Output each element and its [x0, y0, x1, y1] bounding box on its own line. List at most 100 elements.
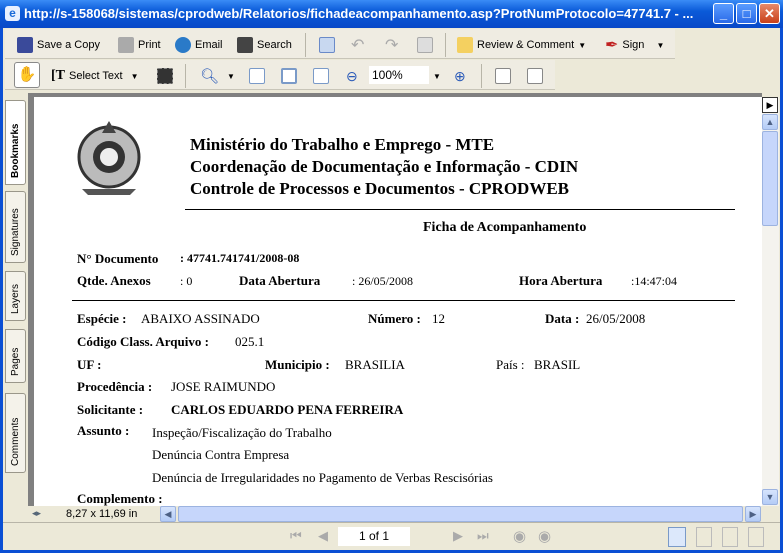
header-line-2: Coordenação de Documentação e Informação… [190, 157, 579, 176]
minimize-button[interactable]: _ [713, 3, 734, 24]
save-copy-button[interactable]: Save a Copy [17, 36, 100, 54]
fields-divider [72, 300, 735, 301]
page-number-input[interactable]: 1 of 1 [338, 527, 410, 546]
coat-of-arms-logo [77, 121, 141, 195]
assunto-value: Denúncia Contra Empresa [152, 447, 290, 462]
search-label: Search [257, 39, 292, 51]
solicitante-value: CARLOS EDUARDO PENA FERREIRA [171, 402, 404, 417]
actual-size-button[interactable] [249, 67, 265, 85]
hand-tool-button[interactable]: ✋ [14, 62, 40, 88]
plus-circle-icon: ⊕ [454, 67, 466, 84]
last-page-button[interactable]: ⏭ [477, 528, 489, 544]
rotate-clockwise-button[interactable] [495, 67, 511, 85]
zoom-dropdown[interactable]: ▼ [433, 67, 441, 85]
facing-continuous-layout-button[interactable] [722, 527, 738, 547]
scroll-up-button[interactable]: ▲ [762, 114, 778, 130]
print-label: Print [138, 39, 161, 51]
tab-bookmarks[interactable]: Bookmarks [5, 100, 26, 185]
review-comment-button[interactable]: Review & Comment ▼ [457, 36, 586, 54]
navigation-panel: Bookmarks Signatures Layers Pages Commen… [5, 95, 27, 520]
spellcheck-icon [319, 37, 335, 53]
anexos-value: : 0 [180, 274, 193, 288]
tab-pages[interactable]: Pages [5, 329, 26, 383]
horizontal-scroll-row: ◂▸ 8,27 x 11,69 in ◀ ▶ [28, 506, 762, 522]
tab-label: Comments [10, 417, 21, 466]
toolbar-view: ✋ [T Select Text ▼ 🔍︎ ▼ ⊖ 100% ▼ ⊕ [5, 60, 555, 90]
undo-icon: ↶ [351, 37, 365, 54]
separator [185, 64, 186, 88]
rotate-counterclockwise-button[interactable] [527, 67, 543, 85]
horizontal-scroll-thumb[interactable] [178, 506, 743, 522]
zoom-in-tool-button[interactable]: 🔍︎ ▼ [200, 67, 235, 85]
tab-signatures[interactable]: Signatures [5, 191, 26, 263]
text-cursor-icon: [T [51, 68, 65, 83]
email-button[interactable]: Email [175, 36, 223, 54]
maximize-button[interactable]: □ [736, 3, 757, 24]
vertical-scroll-thumb[interactable] [762, 131, 778, 226]
resize-handle-icon[interactable]: ◂▸ [32, 508, 41, 519]
sign-label: Sign [622, 39, 645, 51]
facing-layout-button[interactable] [748, 527, 764, 547]
select-text-button[interactable]: [T Select Text ▼ [51, 67, 139, 85]
solicitante-label: Solicitante : [77, 402, 144, 417]
header-line-1: Ministério do Trabalho e Emprego - MTE [190, 135, 495, 154]
hora-abertura-label: Hora Abertura [519, 273, 603, 288]
previous-view-button[interactable]: ◉ [513, 527, 526, 545]
assunto-value: Inspeção/Fiscalização do Trabalho [152, 425, 332, 440]
data-abertura-label: Data Abertura [239, 273, 321, 288]
undo-button[interactable]: ↶ [351, 36, 364, 54]
numero-label: Número : [368, 311, 421, 326]
scroll-right-button[interactable]: ▶ [745, 506, 761, 522]
single-page-layout-button[interactable] [668, 527, 686, 547]
continuous-layout-button[interactable] [696, 527, 712, 547]
pais-value: BRASIL [534, 357, 581, 372]
redo-icon: ↷ [385, 37, 399, 54]
procedencia-label: Procedência : [77, 379, 153, 394]
uf-label: UF : [77, 357, 102, 372]
spellcheck-button[interactable] [319, 36, 335, 54]
first-page-button[interactable]: ⏮ [290, 528, 302, 544]
copy-button[interactable] [417, 36, 433, 54]
page-icon [249, 68, 265, 84]
camera-icon [157, 68, 173, 84]
title-bar: e http://s-158068/sistemas/cprodweb/Rela… [0, 0, 783, 28]
tab-comments[interactable]: Comments [5, 393, 26, 473]
redo-button[interactable]: ↷ [385, 36, 398, 54]
fit-page-button[interactable] [281, 67, 297, 85]
panel-menu-arrow[interactable]: ▶ [762, 97, 778, 113]
vertical-scrollbar[interactable]: ▲ ▼ ▶ [762, 97, 779, 506]
next-page-button[interactable]: ▶ [453, 528, 463, 544]
binoculars-icon [237, 37, 253, 53]
form-title: Ficha de Acompanhamento [423, 220, 587, 235]
print-button[interactable]: Print [118, 36, 161, 54]
procedencia-value: JOSE RAIMUNDO [171, 379, 276, 394]
status-bar: ⏮ ◀ 1 of 1 ▶ ⏭ ◉ ◉ [3, 522, 780, 550]
zoom-out-button[interactable]: ⊖ [346, 67, 358, 85]
next-view-button[interactable]: ◉ [538, 527, 551, 545]
separator [305, 33, 306, 57]
zoom-in-button[interactable]: ⊕ [454, 67, 466, 85]
tab-label: Signatures [10, 208, 21, 256]
close-button[interactable]: ✕ [759, 3, 780, 24]
scroll-down-button[interactable]: ▼ [762, 489, 778, 505]
review-label: Review & Comment [477, 39, 575, 51]
data-value: 26/05/2008 [586, 311, 646, 326]
previous-page-button[interactable]: ◀ [318, 528, 328, 544]
rotate-counterclockwise-icon [527, 68, 543, 84]
fit-width-button[interactable] [313, 67, 329, 85]
sign-button[interactable]: ✒ Sign ▼ [605, 36, 664, 54]
zoom-input[interactable]: 100% [369, 66, 429, 84]
select-text-label: Select Text [69, 70, 123, 82]
chevron-down-icon: ▼ [433, 71, 441, 81]
fit-width-icon [313, 68, 329, 84]
scroll-left-button[interactable]: ◀ [160, 506, 176, 522]
search-button[interactable]: Search [237, 36, 292, 54]
magnifier-icon: 🔍︎ [200, 68, 220, 85]
data-abertura-value: : 26/05/2008 [352, 274, 414, 288]
ie-icon: e [5, 6, 20, 21]
snapshot-button[interactable] [157, 67, 173, 85]
municipio-label: Municipio : [265, 357, 330, 372]
tab-layers[interactable]: Layers [5, 271, 26, 321]
window-title: http://s-158068/sistemas/cprodweb/Relato… [24, 6, 694, 21]
minus-circle-icon: ⊖ [346, 67, 358, 84]
